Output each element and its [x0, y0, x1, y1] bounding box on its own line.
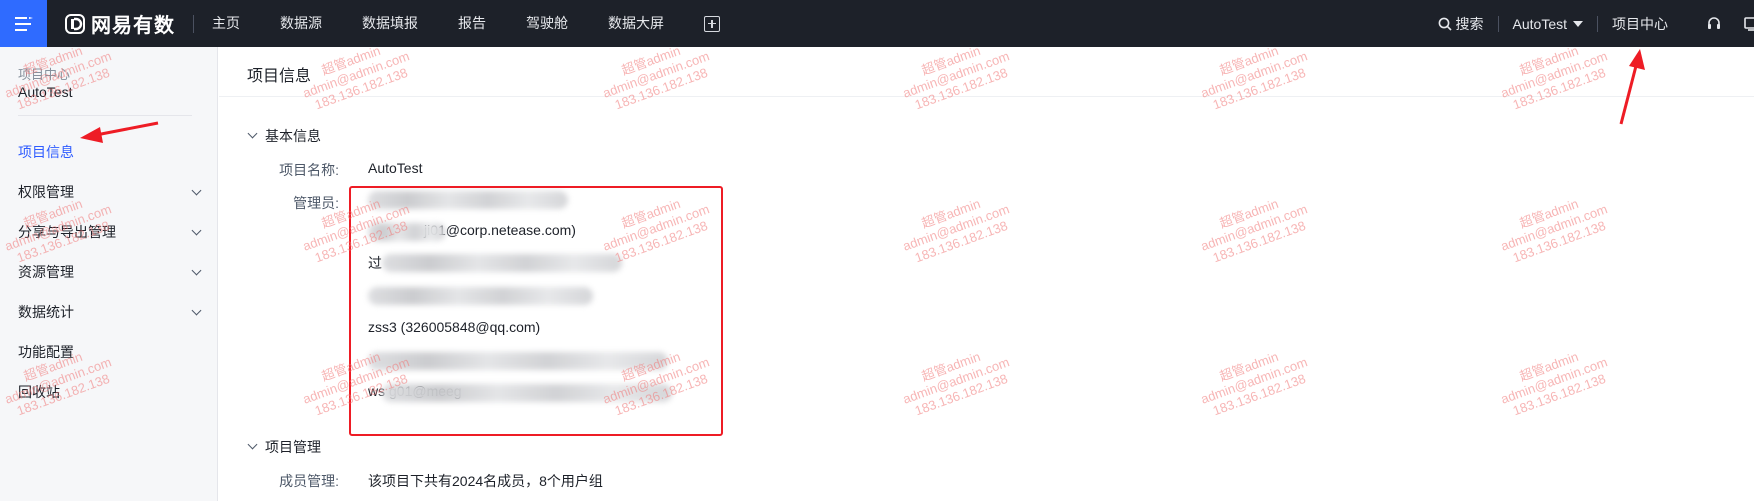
annotation-highlight-box: [349, 186, 723, 436]
screen-button[interactable]: [1744, 16, 1754, 32]
brand-mark-icon: [65, 13, 85, 34]
admins-label: 管理员:: [293, 195, 339, 211]
brand-name: 网易有数: [91, 15, 175, 37]
project-name-label: 项目名称:: [279, 162, 339, 178]
menu-toggle-button[interactable]: [0, 0, 47, 47]
sidebar-item-label: 项目信息: [18, 144, 74, 160]
top-right-actions: 搜索 AutoTest 项目中心: [1438, 0, 1754, 47]
chevron-down-icon: [191, 185, 202, 195]
nav-item-big-screen[interactable]: 数据大屏: [608, 0, 664, 47]
nav-divider: [193, 14, 194, 33]
sidebar-item-project-info[interactable]: 项目信息: [18, 141, 202, 163]
search-icon: [1438, 17, 1452, 31]
members-label: 成员管理:: [279, 473, 339, 489]
topbar-separator: [1597, 15, 1598, 32]
chevron-down-icon: [247, 439, 258, 450]
section-title: 基本信息: [265, 128, 321, 144]
sidebar-item-recycle-bin[interactable]: 回收站: [18, 381, 202, 403]
sidebar-item-permissions[interactable]: 权限管理: [18, 181, 202, 203]
sidebar-divider: [18, 115, 192, 116]
nav-item-cockpit[interactable]: 驾驶舱: [526, 0, 568, 47]
search-button[interactable]: 搜索: [1438, 14, 1484, 34]
sidebar-item-statistics[interactable]: 数据统计: [18, 301, 202, 323]
project-selector[interactable]: AutoTest: [1513, 16, 1583, 32]
chevron-down-icon: [191, 305, 202, 315]
section-title: 项目管理: [265, 439, 321, 455]
caret-down-icon: [1573, 20, 1583, 27]
nav-item-report[interactable]: 报告: [458, 0, 486, 47]
project-name-value: AutoTest: [368, 160, 423, 176]
top-navigation-bar: 网易有数 主页 数据源 数据填报 报告 驾驶舱 数据大屏 搜索 AutoTest…: [0, 0, 1754, 47]
sidebar-item-label: 资源管理: [18, 264, 74, 280]
nav-item-data-entry[interactable]: 数据填报: [362, 0, 418, 47]
chevron-down-icon: [191, 265, 202, 275]
page-title: 项目信息: [247, 68, 312, 85]
sidebar-item-label: 功能配置: [18, 344, 74, 360]
search-label: 搜索: [1455, 15, 1484, 32]
sidebar-header-label: 项目中心: [18, 67, 71, 82]
main-nav: 主页 数据源 数据填报 报告 驾驶舱 数据大屏: [212, 0, 720, 47]
nav-item-datasource[interactable]: 数据源: [280, 0, 322, 47]
sidebar-item-label: 权限管理: [18, 184, 74, 200]
chevron-down-icon: [191, 225, 202, 235]
screen-icon: [1744, 16, 1754, 31]
nav-item-home[interactable]: 主页: [212, 0, 240, 47]
sidebar-item-share-export[interactable]: 分享与导出管理: [18, 221, 202, 243]
topbar-separator: [1497, 15, 1499, 32]
hamburger-menu-icon: [14, 16, 33, 31]
add-nav-icon[interactable]: [704, 15, 720, 32]
members-summary: 该项目下共有2024名成员，8个用户组: [368, 473, 603, 489]
sidebar-item-feature-config[interactable]: 功能配置: [18, 341, 202, 363]
section-basic-info-toggle[interactable]: 基本信息: [247, 126, 321, 146]
support-button[interactable]: [1706, 16, 1722, 32]
sidebar-item-resources[interactable]: 资源管理: [18, 261, 202, 283]
project-selector-label: AutoTest: [1512, 15, 1567, 32]
sidebar-project-name: AutoTest: [18, 84, 73, 100]
page-header: 项目信息: [219, 47, 1754, 97]
headset-icon: [1708, 16, 1720, 29]
sidebar-item-label: 数据统计: [18, 304, 74, 320]
sidebar: 项目中心 AutoTest 项目信息 权限管理 分享与导出管理 资源管理 数据统…: [0, 47, 218, 501]
section-project-management-toggle[interactable]: 项目管理: [247, 437, 321, 457]
project-center-link[interactable]: 项目中心: [1612, 14, 1668, 34]
brand-logo[interactable]: 网易有数: [65, 0, 175, 47]
sidebar-item-label: 回收站: [18, 384, 60, 400]
chevron-down-icon: [247, 128, 258, 139]
sidebar-item-label: 分享与导出管理: [18, 224, 116, 240]
